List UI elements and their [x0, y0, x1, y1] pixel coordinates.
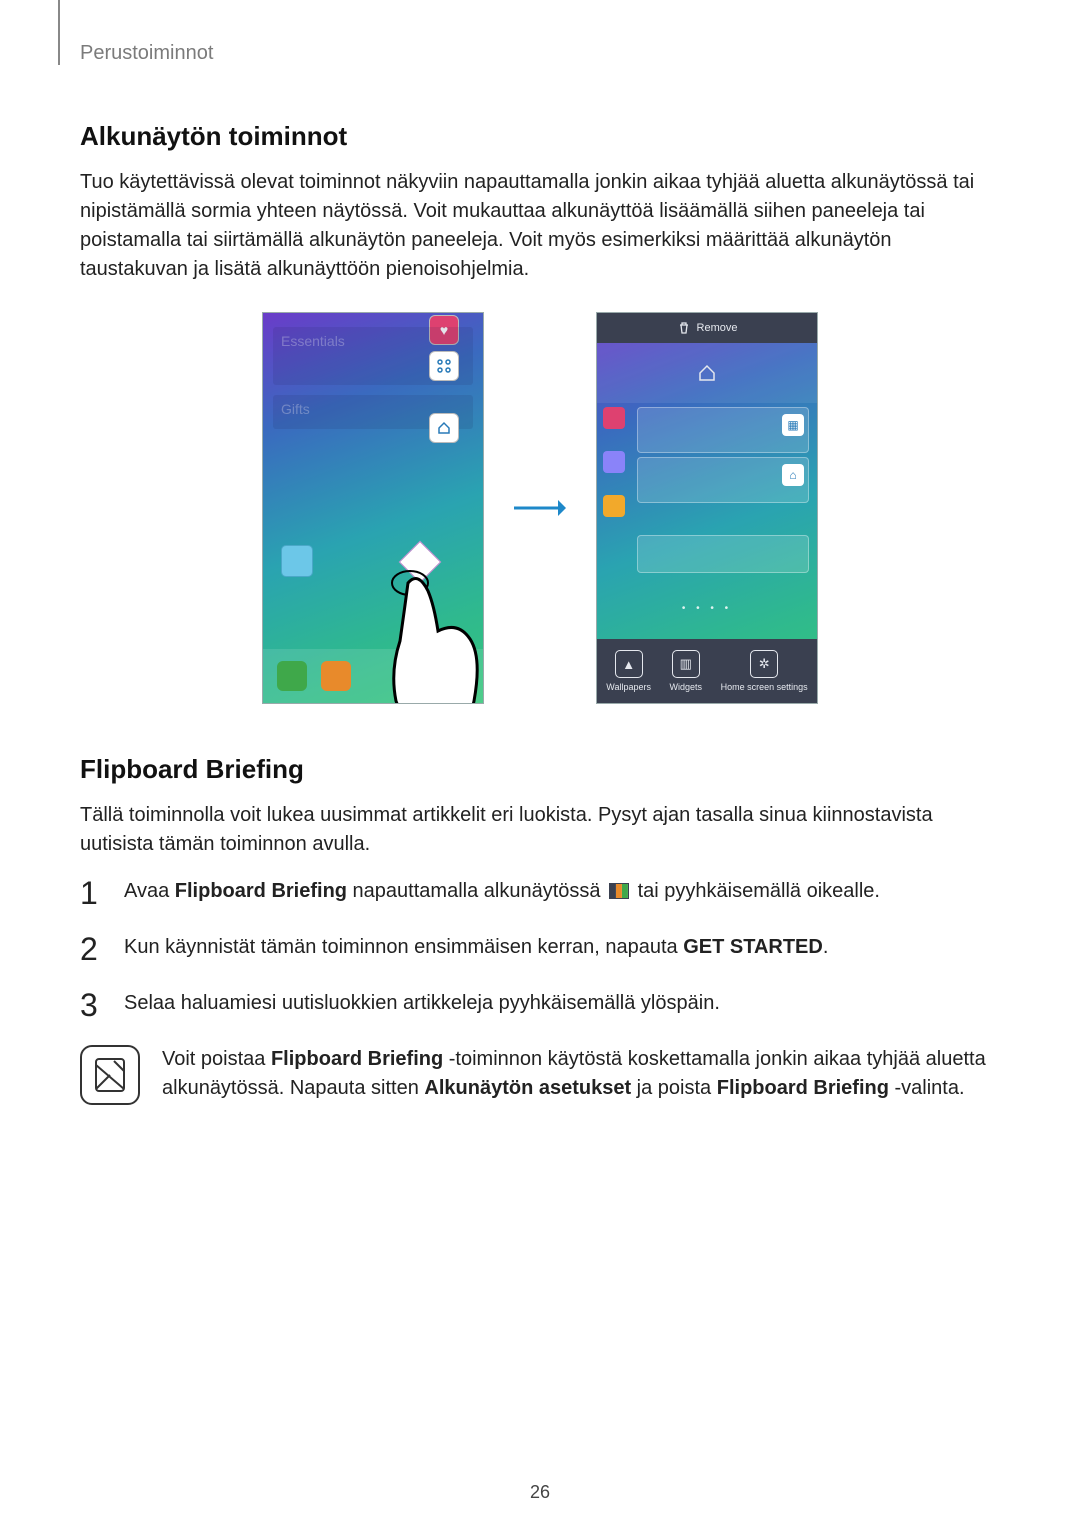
text: ja poista	[631, 1077, 717, 1099]
arrow-right-icon	[512, 496, 568, 520]
cursor-icon	[399, 541, 441, 583]
note-text: Voit poistaa Flipboard Briefing -toiminn…	[162, 1045, 1000, 1103]
home-icon	[429, 413, 459, 443]
home-cap-icon: ⌂	[782, 464, 804, 486]
phone-home-screen: ♥ Essentials Gifts	[262, 312, 484, 704]
step-text: Selaa haluamiesi uutisluokkien artikkele…	[124, 989, 720, 1018]
note-block: Voit poistaa Flipboard Briefing -toiminn…	[80, 1045, 1000, 1105]
heart-mini-icon	[603, 407, 625, 429]
folder-icon	[281, 545, 313, 577]
settings-icon: ✲	[750, 650, 778, 678]
step-number: 2	[80, 933, 106, 965]
text-bold: GET STARTED	[683, 936, 823, 958]
phone-icon	[277, 661, 307, 691]
page-dots: • • • •	[597, 603, 817, 614]
section-title-flipboard: Flipboard Briefing	[80, 754, 1000, 785]
panel-card-2: ⌂	[637, 457, 809, 503]
text: Voit poistaa	[162, 1048, 271, 1070]
text-bold: Alkunäytön asetukset	[424, 1077, 631, 1099]
flag-mini-icon	[603, 495, 625, 517]
mini-icons	[603, 407, 629, 517]
step-text: Kun käynnistät tämän toiminnon ensimmäis…	[124, 933, 828, 962]
app-drawer-icon	[437, 660, 469, 692]
home-indicator	[597, 343, 817, 403]
figure-row: ♥ Essentials Gifts	[80, 312, 1000, 704]
step-number: 3	[80, 989, 106, 1021]
grid-cap-icon: ▦	[782, 414, 804, 436]
section-title-home: Alkunäytön toiminnot	[80, 121, 1000, 152]
manual-page: Perustoiminnot Alkunäytön toiminnot Tuo …	[0, 0, 1080, 1527]
text: tai pyyhkäisemällä oikealle.	[632, 880, 880, 902]
running-head: Perustoiminnot	[80, 40, 1000, 65]
page-number: 26	[0, 1482, 1080, 1503]
text: Avaa	[124, 880, 175, 902]
dock-bar	[263, 649, 483, 703]
text: -valinta.	[889, 1077, 965, 1099]
remove-bar: Remove	[597, 313, 817, 343]
step-3: 3 Selaa haluamiesi uutisluokkien artikke…	[80, 989, 1000, 1021]
flipboard-icon	[609, 883, 629, 899]
widgets-label: Widgets	[670, 682, 703, 692]
text-bold: Flipboard Briefing	[717, 1077, 889, 1099]
widgets-button: ▥ Widgets	[670, 650, 703, 692]
steps-list: 1 Avaa Flipboard Briefing napauttamalla …	[80, 877, 1000, 1021]
step-2: 2 Kun käynnistät tämän toiminnon ensimmä…	[80, 933, 1000, 965]
phone-edit-screen: Remove ▦ ⌂ • • • • ▲	[596, 312, 818, 704]
text: .	[823, 936, 829, 958]
remove-label: Remove	[697, 322, 738, 334]
wallpapers-button: ▲ Wallpapers	[606, 650, 651, 692]
wallpapers-icon: ▲	[615, 650, 643, 678]
wallpapers-label: Wallpapers	[606, 682, 651, 692]
text: napauttamalla alkunäytössä	[347, 880, 606, 902]
settings-button: ✲ Home screen settings	[721, 650, 808, 692]
panel-card-3	[637, 535, 809, 573]
sound-mini-icon	[603, 451, 625, 473]
text: Kun käynnistät tämän toiminnon ensimmäis…	[124, 936, 683, 958]
section-paragraph-home: Tuo käytettävissä olevat toiminnot näkyv…	[80, 168, 1000, 284]
step-1: 1 Avaa Flipboard Briefing napauttamalla …	[80, 877, 1000, 909]
step-number: 1	[80, 877, 106, 909]
home-outline-icon	[697, 363, 717, 383]
note-icon	[80, 1045, 140, 1105]
edit-bottom-bar: ▲ Wallpapers ▥ Widgets ✲ Home screen set…	[597, 639, 817, 703]
panel-card-1: ▦	[637, 407, 809, 453]
section-paragraph-flipboard: Tällä toiminnolla voit lukea uusimmat ar…	[80, 801, 1000, 859]
contacts-icon	[321, 661, 351, 691]
settings-label: Home screen settings	[721, 682, 808, 692]
step-text: Avaa Flipboard Briefing napauttamalla al…	[124, 877, 880, 906]
header-rule	[58, 0, 60, 65]
widgets-icon: ▥	[672, 650, 700, 678]
apps-icon	[429, 351, 459, 381]
trash-icon	[677, 321, 691, 335]
text-bold: Flipboard Briefing	[271, 1048, 443, 1070]
text-bold: Flipboard Briefing	[175, 880, 347, 902]
